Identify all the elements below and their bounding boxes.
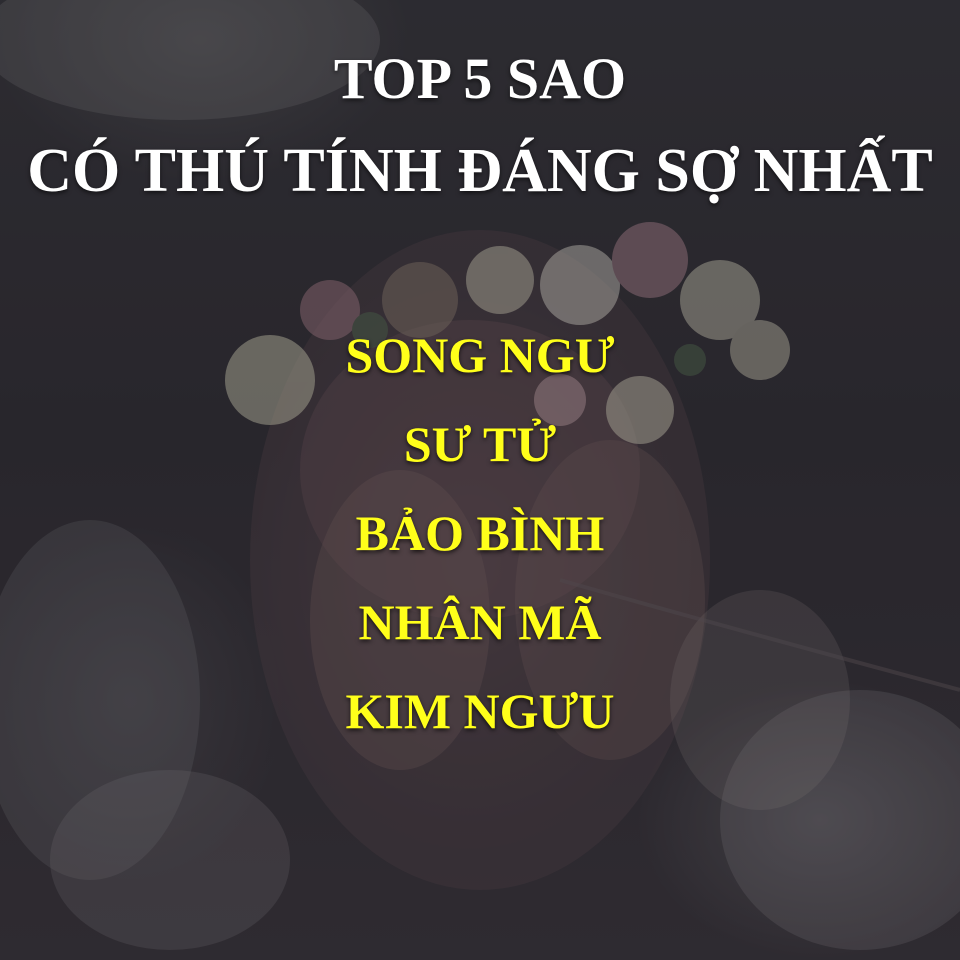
- headline-line-2: CÓ THÚ TÍNH ĐÁNG SỢ NHẤT: [27, 137, 933, 205]
- headline-line-1: TOP 5 SAO: [333, 46, 627, 111]
- zodiac-item-nhan-ma: NHÂN MÃ: [358, 594, 602, 650]
- zodiac-item-bao-binh: BẢO BÌNH: [355, 505, 605, 561]
- poster: TOP 5 SAO CÓ THÚ TÍNH ĐÁNG SỢ NHẤT SONG …: [0, 0, 960, 960]
- zodiac-item-kim-nguu: KIM NGƯU: [345, 683, 615, 739]
- zodiac-list: SONG NGƯ SƯ TỬ BẢO BÌNH NHÂN MÃ KIM NGƯU: [0, 322, 960, 767]
- zodiac-item-su-tu: SƯ TỬ: [403, 416, 557, 472]
- zodiac-item-song-ngu: SONG NGƯ: [345, 327, 615, 383]
